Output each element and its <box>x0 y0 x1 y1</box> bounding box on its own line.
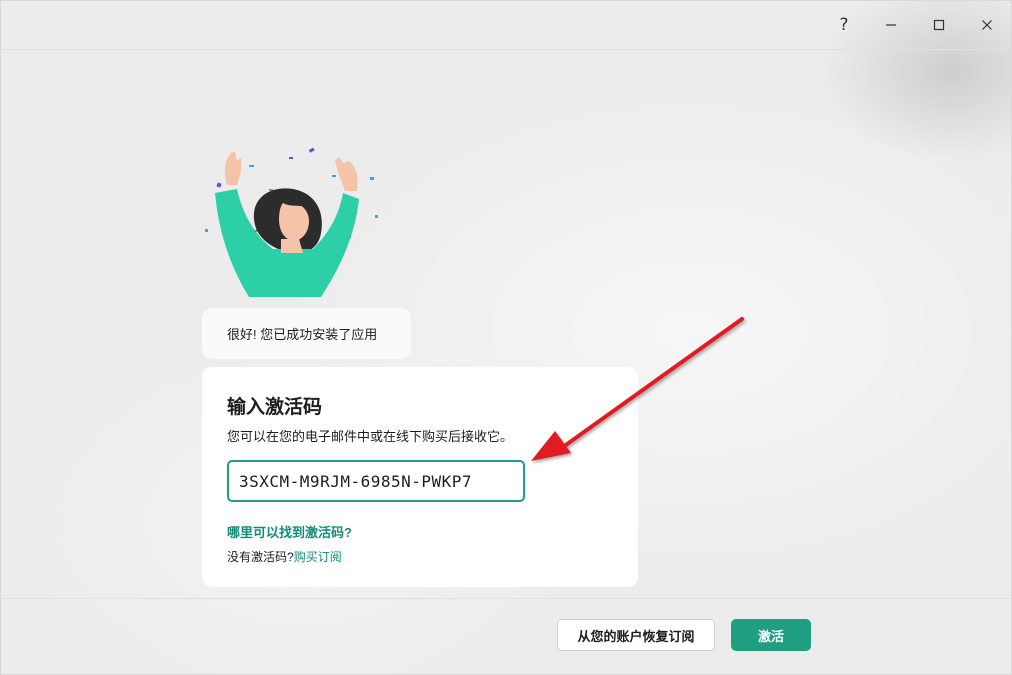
activation-code-input[interactable] <box>227 460 525 502</box>
maximize-button[interactable] <box>925 11 953 39</box>
minimize-button[interactable] <box>877 11 905 39</box>
no-code-text: 没有激活码? <box>227 550 294 564</box>
maximize-icon <box>933 19 945 31</box>
success-message: 很好! 您已成功安装了应用 <box>227 327 378 342</box>
activate-button[interactable]: 激活 <box>731 619 811 651</box>
title-bar: ? <box>1 1 1011 50</box>
activation-card: 输入激活码 您可以在您的电子邮件中或在线下购买后接收它。 哪里可以找到激活码? … <box>202 367 638 587</box>
app-window: ? 很好! 您已成功安装了应用 输入激活码 您可以在您的电子邮件中或在线下购买后… <box>0 0 1012 675</box>
close-icon <box>982 20 992 30</box>
minimize-icon <box>886 24 896 26</box>
footer-divider <box>1 598 1011 599</box>
restore-subscription-button[interactable]: 从您的账户恢复订阅 <box>557 619 715 651</box>
restore-subscription-label: 从您的账户恢复订阅 <box>577 628 695 644</box>
activate-label: 激活 <box>757 628 784 644</box>
close-button[interactable] <box>973 11 1001 39</box>
success-message-bubble: 很好! 您已成功安装了应用 <box>202 308 411 359</box>
activation-subtitle: 您可以在您的电子邮件中或在线下购买后接收它。 <box>227 429 514 444</box>
buy-subscription-link[interactable]: 购买订阅 <box>294 550 342 564</box>
celebrating-woman-illustration <box>205 147 378 297</box>
find-code-link[interactable]: 哪里可以找到激活码? <box>227 522 352 541</box>
activation-title: 输入激活码 <box>227 397 323 418</box>
help-icon: ? <box>839 15 849 35</box>
help-button[interactable]: ? <box>830 11 858 39</box>
no-code-line: 没有激活码?购买订阅 <box>227 548 342 565</box>
